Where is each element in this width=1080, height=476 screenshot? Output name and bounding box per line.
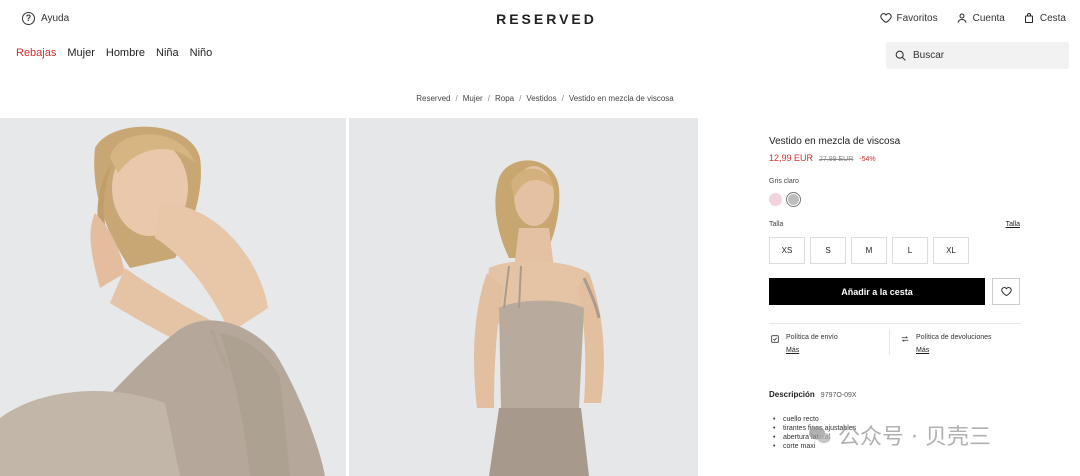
model-illustration-back xyxy=(349,118,698,476)
divider xyxy=(769,323,1021,324)
nav-item-nina[interactable]: Niña xyxy=(156,47,179,59)
bag-icon xyxy=(1024,13,1033,23)
account-link[interactable]: Cuenta xyxy=(956,12,1005,24)
account-links: Favoritos Cuenta Cesta xyxy=(879,12,1066,24)
breadcrumb-item[interactable]: Vestidos xyxy=(526,94,556,103)
heart-icon xyxy=(1000,287,1012,297)
breadcrumb-item[interactable]: Ropa xyxy=(495,94,514,103)
shipping-policy: Política de envío Más xyxy=(770,334,838,354)
nav-item-nino[interactable]: Niño xyxy=(190,47,213,59)
return-more-link[interactable]: Más xyxy=(916,347,992,354)
description-label: Descripción xyxy=(769,390,815,399)
breadcrumb-item[interactable]: Reserved xyxy=(416,94,450,103)
main-nav: Rebajas Mujer Hombre Niña Niño xyxy=(16,47,212,59)
description-header: Descripción 9797O-09X xyxy=(769,390,857,399)
product-photo-1[interactable] xyxy=(0,118,346,476)
cart-link[interactable]: Cesta xyxy=(1023,12,1066,24)
color-swatch-pink[interactable] xyxy=(769,193,782,206)
wishlist-button[interactable] xyxy=(992,278,1020,305)
user-icon xyxy=(957,13,967,23)
price-row: 12,99 EUR 27,99 EUR -54% xyxy=(769,153,876,163)
return-policy-label: Política de devoluciones xyxy=(916,334,992,341)
favorites-label: Favoritos xyxy=(896,12,938,24)
cart-label: Cesta xyxy=(1039,12,1066,24)
color-swatch-grey-selected[interactable] xyxy=(787,193,800,206)
search-icon xyxy=(895,50,906,61)
search-input[interactable]: Buscar xyxy=(886,42,1069,69)
old-price: 27,99 EUR xyxy=(819,156,854,163)
watermark: 公众号 · 贝壳三 xyxy=(808,419,991,451)
size-option-xl[interactable]: XL xyxy=(933,237,969,264)
product-title: Vestido en mezcla de viscosa xyxy=(769,136,901,147)
size-option-s[interactable]: S xyxy=(810,237,846,264)
model-illustration-front xyxy=(0,118,346,476)
nav-item-rebajas[interactable]: Rebajas xyxy=(16,47,56,59)
return-policy: Política de devoluciones Más xyxy=(900,334,992,354)
top-bar: ? Ayuda RESERVED Favoritos Cuenta Cesta xyxy=(0,0,1080,40)
product-photo-2[interactable] xyxy=(349,118,698,476)
nav-item-hombre[interactable]: Hombre xyxy=(106,47,145,59)
shipping-policy-label: Política de envío xyxy=(786,334,838,341)
shipping-more-link[interactable]: Más xyxy=(786,347,838,354)
heart-icon xyxy=(879,13,892,24)
size-option-m[interactable]: M xyxy=(851,237,887,264)
color-label: Gris claro xyxy=(769,178,799,185)
size-selector: XS S M L XL xyxy=(769,237,969,264)
breadcrumb: Reserved / Mujer / Ropa / Vestidos / Vestido en … xyxy=(416,94,674,103)
size-option-l[interactable]: L xyxy=(892,237,928,264)
size-guide-link[interactable]: Talla xyxy=(1006,221,1020,228)
size-label: Talla xyxy=(769,221,784,228)
watermark-text: 公众号 · 贝壳三 xyxy=(838,425,991,450)
product-code: 9797O-09X xyxy=(820,392,857,399)
vertical-divider xyxy=(889,329,890,355)
size-option-xs[interactable]: XS xyxy=(769,237,805,264)
package-check-icon xyxy=(771,335,779,343)
favorites-link[interactable]: Favoritos xyxy=(879,12,938,24)
account-label: Cuenta xyxy=(972,12,1005,24)
breadcrumb-item[interactable]: Mujer xyxy=(463,94,483,103)
search-placeholder: Buscar xyxy=(913,50,945,61)
breadcrumb-item-current: Vestido en mezcla de viscosa xyxy=(568,94,674,103)
nav-item-mujer[interactable]: Mujer xyxy=(67,47,95,59)
current-price: 12,99 EUR xyxy=(769,153,814,163)
discount-badge: -54% xyxy=(859,156,876,163)
add-to-cart-button[interactable]: Añadir a la cesta xyxy=(769,278,985,305)
return-arrows-icon xyxy=(901,336,909,342)
wechat-icon xyxy=(809,426,831,444)
